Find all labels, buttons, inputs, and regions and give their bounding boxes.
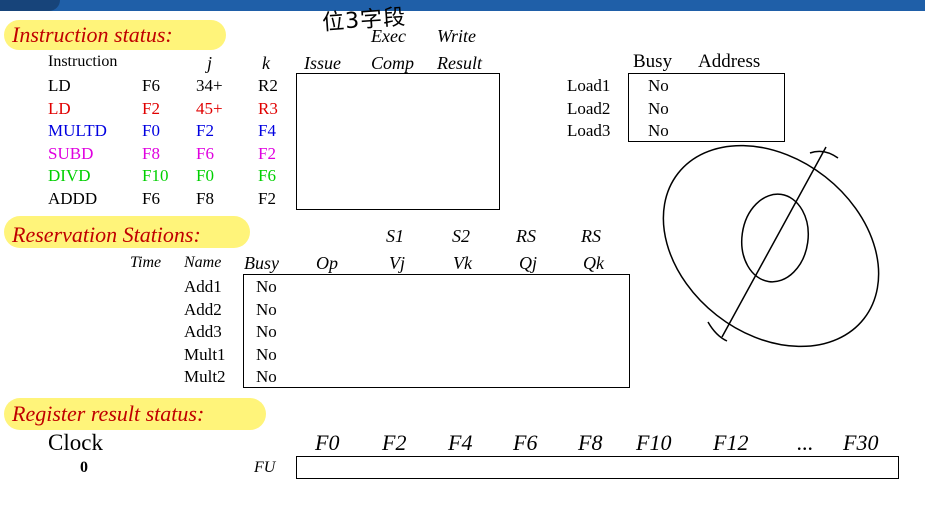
sketch-top-tick [809,150,839,159]
handdrawn-sketch [662,144,880,348]
sketch-bottom-tick [707,321,728,342]
sketch-inner-ellipse [741,193,809,283]
sketch-diagonal-line [721,146,827,338]
